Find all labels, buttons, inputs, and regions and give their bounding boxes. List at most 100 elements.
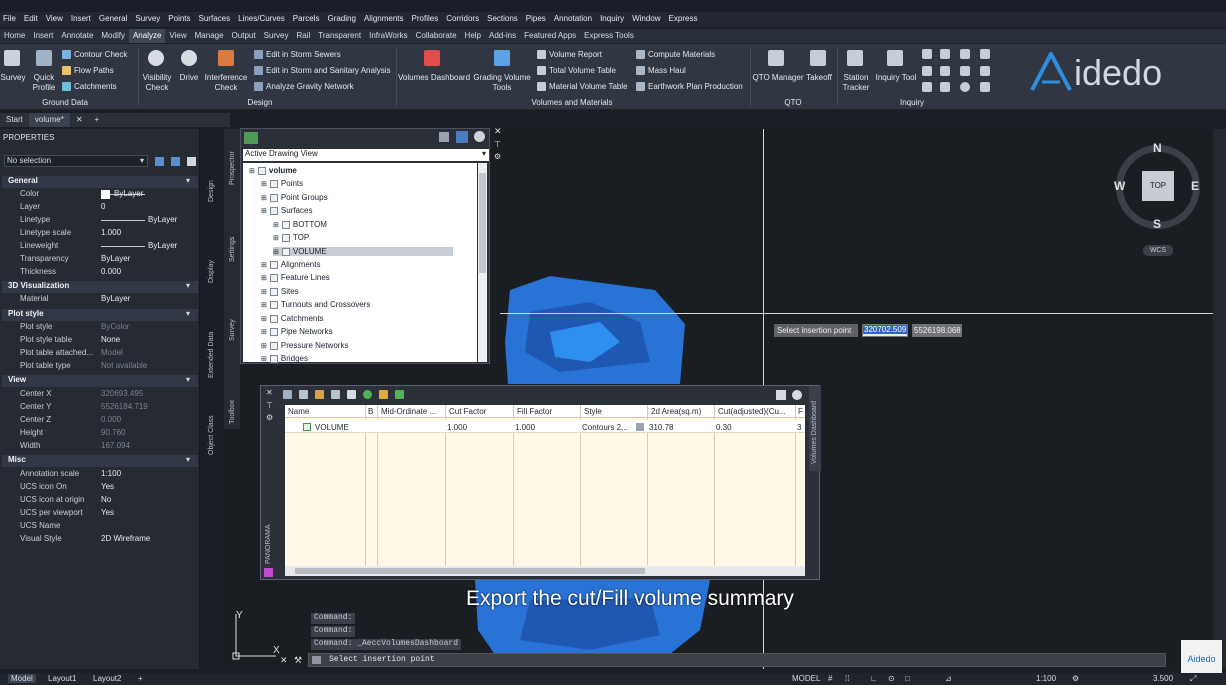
menu-item-general[interactable]: General bbox=[96, 12, 132, 27]
cell-cut-factor[interactable]: 1.000 bbox=[447, 423, 467, 432]
selection-dropdown[interactable]: No selection ▾ bbox=[4, 155, 148, 167]
ribbon-tab-view[interactable]: View bbox=[165, 29, 190, 43]
tree-node-root[interactable]: ⊞ volume bbox=[249, 166, 297, 175]
prop-value-plottype[interactable]: Not available bbox=[101, 361, 147, 370]
expand-icon[interactable]: ⊞ bbox=[261, 261, 267, 269]
tree-node-point-groups[interactable]: ⊞ Point Groups bbox=[261, 193, 328, 202]
contour-check-button[interactable]: Contour Check bbox=[62, 50, 127, 59]
pickadd-icon[interactable] bbox=[187, 157, 196, 166]
chevron-down-icon[interactable]: ▾ bbox=[186, 281, 190, 290]
close-icon[interactable]: ✕ bbox=[266, 388, 273, 397]
check-icon[interactable] bbox=[776, 390, 786, 400]
prop-value-thickness[interactable]: 0.000 bbox=[101, 267, 121, 276]
customize-wrench-icon[interactable]: ⚒ bbox=[294, 655, 302, 666]
expand-icon[interactable]: ⊞ bbox=[261, 315, 267, 323]
prop-value-plottable[interactable]: None bbox=[101, 335, 120, 344]
tab-layout2[interactable]: Layout2 bbox=[93, 674, 121, 683]
drive-button[interactable]: Drive bbox=[176, 73, 202, 83]
command-line-input[interactable]: Select insertion point bbox=[308, 653, 1166, 667]
help-icon[interactable] bbox=[474, 131, 485, 142]
col-header-b[interactable]: B bbox=[368, 407, 373, 416]
prop-value-linetype[interactable]: ByLayer bbox=[148, 215, 177, 224]
ribbon-tab-collaborate[interactable]: Collaborate bbox=[412, 29, 461, 43]
prop-value-transparency[interactable]: ByLayer bbox=[101, 254, 130, 263]
tree-node-sites[interactable]: ⊞ Sites bbox=[261, 287, 299, 296]
tab-start[interactable]: Start bbox=[0, 113, 29, 127]
menu-item-pipes[interactable]: Pipes bbox=[523, 12, 551, 27]
col-header-fill-factor[interactable]: Fill Factor bbox=[517, 407, 552, 416]
category-general[interactable]: General bbox=[2, 176, 198, 188]
prop-value-ucsorigin[interactable]: No bbox=[101, 495, 111, 504]
boundary-icon[interactable] bbox=[331, 390, 340, 399]
menu-item-points[interactable]: Points bbox=[165, 12, 195, 27]
survey-button[interactable]: Survey bbox=[0, 73, 26, 83]
grading-volume-tools-label-1[interactable]: Grading Volume bbox=[472, 73, 532, 83]
visibility-check-label-2[interactable]: Check bbox=[140, 83, 174, 93]
menu-item-surfaces[interactable]: Surfaces bbox=[196, 12, 236, 27]
menu-item-window[interactable]: Window bbox=[629, 12, 665, 27]
ribbon-tab-insert[interactable]: Insert bbox=[29, 29, 57, 43]
design-panel-label[interactable]: Design bbox=[230, 98, 290, 108]
prop-value-cx[interactable]: 320693.495 bbox=[101, 389, 143, 398]
tab-display[interactable]: Display bbox=[208, 260, 215, 283]
row-checkbox[interactable] bbox=[303, 423, 311, 431]
menu-item-alignments[interactable]: Alignments bbox=[361, 12, 409, 27]
ribbon-tab-home[interactable]: Home bbox=[0, 29, 29, 43]
export-icon[interactable] bbox=[379, 390, 388, 399]
ribbon-tab-infraworks[interactable]: InfraWorks bbox=[365, 29, 412, 43]
volumes-dashboard-button[interactable]: Volumes Dashboard bbox=[398, 73, 470, 83]
col-header-f[interactable]: F bbox=[798, 407, 803, 416]
tab-toolbox[interactable]: Toolbox bbox=[229, 400, 236, 424]
category-view[interactable]: View bbox=[2, 375, 198, 387]
expand-icon[interactable]: ⊞ bbox=[261, 288, 267, 296]
new-tab-icon[interactable]: + bbox=[89, 113, 106, 127]
tree-node-pressure-networks[interactable]: ⊞ Pressure Networks bbox=[261, 341, 348, 350]
prop-value-material[interactable]: ByLayer bbox=[101, 294, 130, 303]
menu-item-file[interactable]: File bbox=[0, 12, 21, 27]
x-coordinate-input[interactable]: 320702.509 bbox=[862, 324, 908, 337]
wcs-badge[interactable]: WCS bbox=[1143, 245, 1173, 256]
menu-item-sections[interactable]: Sections bbox=[484, 12, 523, 27]
menu-item-annotation[interactable]: Annotation bbox=[551, 12, 597, 27]
ribbon-tab-express-tools[interactable]: Express Tools bbox=[580, 29, 638, 43]
compute-materials-button[interactable]: Compute Materials bbox=[636, 50, 715, 59]
delete-icon[interactable] bbox=[347, 390, 356, 399]
cell-style[interactable]: Contours 2... bbox=[582, 423, 628, 432]
quick-profile-label-2[interactable]: Profile bbox=[30, 83, 58, 93]
prop-value-w[interactable]: 167.094 bbox=[101, 441, 130, 450]
prop-value-ucsvp[interactable]: Yes bbox=[101, 508, 114, 517]
prop-value-ucson[interactable]: Yes bbox=[101, 482, 114, 491]
osnap-icon[interactable]: □ bbox=[905, 674, 910, 683]
prop-value-h[interactable]: 90.760 bbox=[101, 428, 125, 437]
tab-settings[interactable]: Settings bbox=[229, 237, 236, 262]
ortho-icon[interactable]: ∟ bbox=[870, 674, 878, 683]
view-dropdown[interactable]: Active Drawing View ▾ bbox=[243, 149, 489, 161]
grading-volume-tools-label-2[interactable]: Tools bbox=[472, 83, 532, 93]
expand-icon[interactable]: ⊞ bbox=[273, 248, 279, 256]
compass-south[interactable]: S bbox=[1153, 217, 1161, 231]
chevron-down-icon[interactable]: ▾ bbox=[186, 375, 190, 384]
tab-volume[interactable]: volume* bbox=[28, 113, 70, 127]
takeoff-button[interactable]: Takeoff bbox=[802, 73, 836, 83]
tree-node-surfaces[interactable]: ⊞ Surfaces bbox=[261, 206, 312, 215]
chevron-down-icon[interactable]: ▾ bbox=[186, 176, 190, 185]
menu-item-survey[interactable]: Survey bbox=[132, 12, 165, 27]
units-value[interactable]: 3.500 bbox=[1153, 674, 1173, 683]
settings-icon[interactable]: ⚙ bbox=[494, 152, 501, 161]
prop-value-plotstyle[interactable]: ByColor bbox=[101, 322, 129, 331]
edit-storm-sanitary-button[interactable]: Edit in Storm and Sanitary Analysis bbox=[254, 66, 391, 75]
expand-icon[interactable]: ⊞ bbox=[249, 167, 255, 175]
pin-icon[interactable]: ⊤ bbox=[494, 140, 501, 149]
report-icon[interactable] bbox=[395, 390, 404, 399]
interference-check-label-1[interactable]: Interference bbox=[204, 73, 248, 83]
edit-storm-button[interactable]: Edit in Storm Sewers bbox=[254, 50, 341, 59]
prop-value-color[interactable]: ByLayer bbox=[114, 189, 143, 198]
expand-icon[interactable]: ⊞ bbox=[261, 301, 267, 309]
new-volume-icon[interactable] bbox=[283, 390, 292, 399]
style-picker-icon[interactable] bbox=[636, 423, 644, 431]
expand-icon[interactable]: ⊞ bbox=[261, 274, 267, 282]
tab-extended-data[interactable]: Extended Data bbox=[208, 332, 215, 378]
visibility-check-label-1[interactable]: Visibility bbox=[140, 73, 174, 83]
toolspace-toolbar-icon[interactable] bbox=[456, 131, 468, 143]
menu-item-inquiry[interactable]: Inquiry bbox=[597, 12, 629, 27]
